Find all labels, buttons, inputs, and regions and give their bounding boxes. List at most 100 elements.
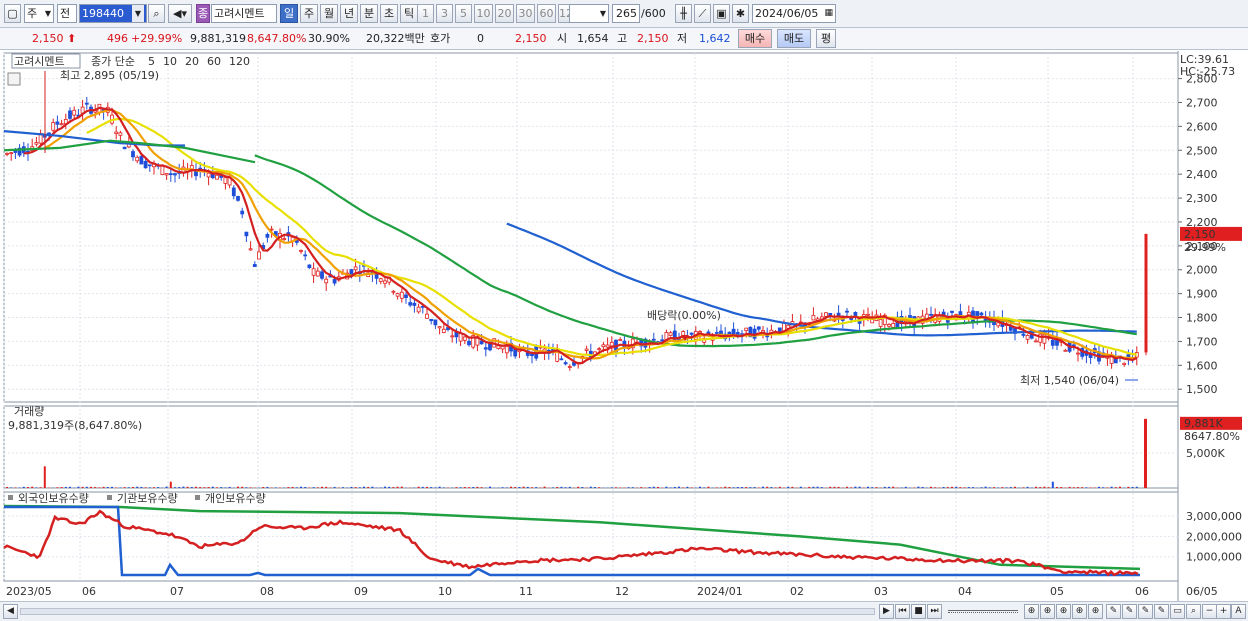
interval-button-5[interactable]: 5	[455, 4, 472, 23]
zoom-icon-5[interactable]: ⊕	[1088, 604, 1103, 619]
volume-bar	[988, 487, 991, 488]
sell-button[interactable]: 매도	[777, 29, 811, 48]
buy-button[interactable]: 매수	[738, 29, 772, 48]
volume-bar	[476, 486, 479, 488]
volume-bar	[14, 487, 17, 488]
zoom-icon-1[interactable]: ⊕	[1024, 604, 1039, 619]
interval-button-30[interactable]: 30	[516, 4, 535, 23]
volume-bar	[871, 487, 874, 488]
period-button-4[interactable]: 분	[360, 4, 378, 23]
candle-body	[303, 254, 308, 257]
zoom-slider[interactable]	[948, 610, 1018, 613]
edit-icon-4[interactable]: ✎	[1154, 604, 1169, 619]
count-input[interactable]: 265	[612, 4, 640, 23]
date-value: 2024/06/05	[755, 7, 819, 20]
save-icon[interactable]: ▣	[713, 4, 730, 23]
candle-body	[143, 160, 148, 169]
volume-bar	[682, 487, 685, 488]
scroll-left-icon[interactable]: ◀	[3, 604, 18, 619]
eval-button[interactable]: 평	[816, 29, 836, 48]
candle-body	[399, 291, 404, 299]
gear-icon[interactable]: ✱	[732, 4, 749, 23]
chevron-down-icon[interactable]: ▼	[132, 5, 144, 22]
market-select-2[interactable]: 전	[57, 4, 77, 23]
scroll-right-icon[interactable]: ▶	[879, 604, 894, 619]
volume-bar	[438, 486, 441, 488]
volume-bar	[1119, 486, 1121, 488]
price-chart[interactable]: 2,8002,7002,6002,5002,4002,3002,2002,100…	[0, 51, 1248, 601]
panel-frame-1	[3, 405, 1179, 489]
candle-body	[114, 131, 119, 135]
y-tick-label: 1,500	[1186, 383, 1218, 396]
candle-body	[282, 238, 287, 240]
last-icon[interactable]: ⏭	[927, 604, 942, 619]
market-select[interactable]: 주 ▼	[24, 4, 54, 23]
period-button-2[interactable]: 월	[320, 4, 338, 23]
y-tick-label: 2,500	[1186, 144, 1218, 157]
font-size-icon[interactable]: A	[1231, 604, 1246, 619]
volume-bar	[190, 487, 193, 488]
calendar-icon[interactable]: ▦	[824, 5, 833, 22]
zoom-in-icon[interactable]: +	[1216, 604, 1231, 619]
window-icon[interactable]: ▢	[4, 4, 21, 23]
volume-bar	[728, 487, 731, 488]
volume-bar	[111, 486, 113, 488]
period-button-5[interactable]: 초	[380, 4, 398, 23]
zoom-icon-3[interactable]: ⊕	[1056, 604, 1071, 619]
period-button-0[interactable]: 일	[280, 4, 298, 23]
volume-bar	[510, 486, 512, 488]
window-icon-2[interactable]: ▭	[1170, 604, 1185, 619]
speaker-icon[interactable]: ◀▾	[168, 4, 192, 23]
interval-button-3[interactable]: 3	[436, 4, 453, 23]
volume-bar	[598, 487, 601, 488]
volume-bar	[85, 486, 88, 488]
candle-body	[118, 132, 123, 136]
volume-bar	[808, 486, 811, 488]
stop-icon[interactable]: ■	[911, 604, 926, 619]
volume-bar	[472, 486, 475, 488]
x-axis-label: 12	[615, 585, 629, 598]
chart-area[interactable]: 2,800 2,700 2,600 2,500 2,400 2,300 2,200 2,100…	[0, 51, 1248, 601]
legend-square	[195, 495, 200, 500]
volume-bar-last	[1144, 418, 1147, 488]
zoom-icon-4[interactable]: ⊕	[1072, 604, 1087, 619]
edit-icon-3[interactable]: ✎	[1138, 604, 1153, 619]
stock-code-input[interactable]: 198440 ▼	[79, 4, 147, 23]
candle-body	[1063, 349, 1068, 352]
period-button-3[interactable]: 년	[340, 4, 358, 23]
scrollbar-track[interactable]	[20, 608, 875, 615]
stock-name-field: 고려시멘트	[211, 4, 277, 23]
date-input[interactable]: 2024/06/05 ▦	[752, 4, 836, 23]
interval-dropdown[interactable]: ▼	[569, 4, 609, 23]
volume-bar	[942, 486, 945, 488]
interval-button-1[interactable]: 1	[417, 4, 434, 23]
volume-bar	[669, 487, 672, 488]
volume-bar	[745, 487, 748, 488]
volume-bar	[980, 487, 983, 488]
candle-icon[interactable]: ╫	[675, 4, 692, 23]
volume-bar	[98, 487, 101, 488]
x-axis-label: 03	[874, 585, 888, 598]
zoom-out-icon[interactable]: −	[1202, 604, 1217, 619]
volume-bar	[762, 486, 764, 488]
zoom-icon-2[interactable]: ⊕	[1040, 604, 1055, 619]
period-button-6[interactable]: 틱	[400, 4, 418, 23]
candle-body	[555, 352, 560, 362]
interval-button-20[interactable]: 20	[495, 4, 514, 23]
magnifier-icon[interactable]: ⌕	[1186, 604, 1201, 619]
period-button-1[interactable]: 주	[300, 4, 318, 23]
edit-icon-2[interactable]: ✎	[1122, 604, 1137, 619]
first-icon[interactable]: ⏮	[895, 604, 910, 619]
volume-bar	[379, 487, 382, 488]
search-icon[interactable]: ⌕	[148, 4, 165, 23]
line-tool-icon[interactable]: ⟋	[694, 4, 711, 23]
volume-bar	[195, 486, 197, 488]
y-tick-label: 1,700	[1186, 335, 1218, 348]
interval-button-60[interactable]: 60	[537, 4, 556, 23]
volume-bar	[1068, 486, 1071, 488]
volume-bar	[434, 487, 437, 488]
interval-button-10[interactable]: 10	[474, 4, 493, 23]
volume-bar	[665, 486, 668, 488]
edit-icon[interactable]: ✎	[1106, 604, 1121, 619]
volume-bar	[951, 486, 953, 488]
